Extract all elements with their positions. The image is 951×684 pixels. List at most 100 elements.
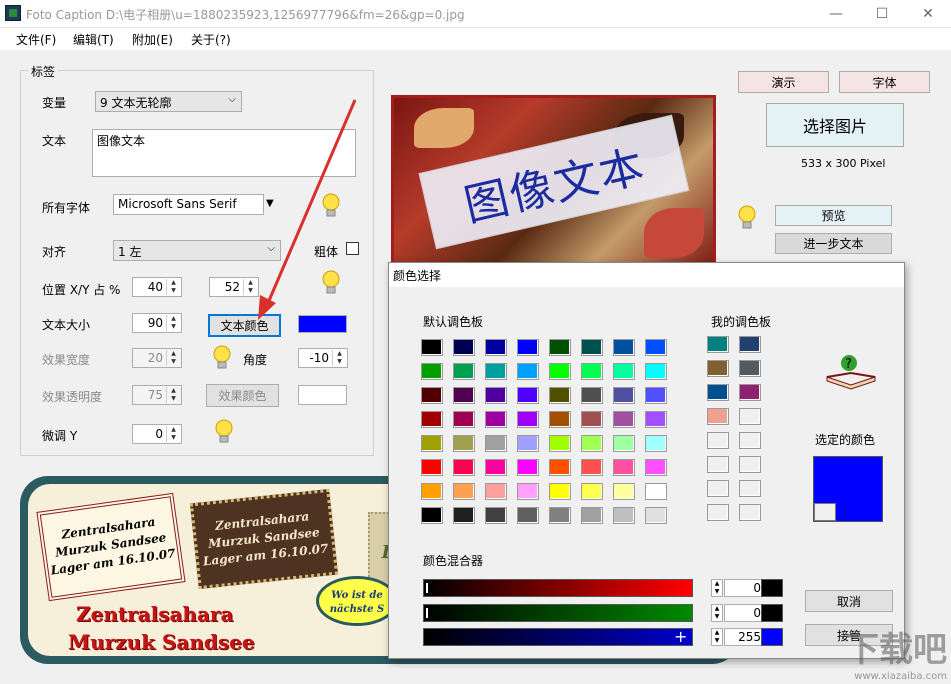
menu-file[interactable]: 文件(F) [16, 31, 56, 48]
red-updown[interactable]: ▲ ▼ [711, 579, 723, 597]
palette-color-cell[interactable] [421, 411, 443, 428]
palette-color-cell[interactable] [453, 363, 475, 380]
palette-color-cell[interactable] [421, 363, 443, 380]
green-value[interactable]: 0 [724, 604, 766, 622]
palette-color-cell[interactable] [517, 411, 539, 428]
my-palette-cell[interactable] [707, 384, 729, 401]
variant-select[interactable]: 9 文本无轮廓 ⌵ [95, 91, 242, 112]
palette-color-cell[interactable] [613, 363, 635, 380]
lightbulb-icon[interactable] [736, 204, 758, 232]
palette-color-cell[interactable] [581, 411, 603, 428]
help-book-icon[interactable]: ? [823, 351, 879, 391]
palette-color-cell[interactable] [549, 339, 571, 356]
green-slider[interactable] [423, 604, 693, 622]
palette-color-cell[interactable] [645, 363, 667, 380]
palette-color-cell[interactable] [453, 387, 475, 404]
menu-extras[interactable]: 附加(E) [132, 31, 173, 48]
palette-color-cell[interactable] [581, 387, 603, 404]
preview-image[interactable]: 图像文本 [391, 95, 716, 265]
red-slider[interactable] [423, 579, 693, 597]
palette-color-cell[interactable] [549, 363, 571, 380]
my-palette-cell[interactable] [707, 504, 729, 521]
palette-color-cell[interactable] [485, 483, 507, 500]
my-palette-cell[interactable] [739, 432, 761, 449]
palette-color-cell[interactable] [517, 483, 539, 500]
my-palette-cell[interactable] [739, 336, 761, 353]
fine-tune-stepper[interactable]: 0 ▲ ▼ [132, 424, 182, 444]
palette-color-cell[interactable] [613, 387, 635, 404]
my-palette-cell[interactable] [739, 456, 761, 473]
palette-color-cell[interactable] [645, 459, 667, 476]
palette-color-cell[interactable] [453, 435, 475, 452]
lightbulb-icon[interactable] [213, 418, 235, 446]
palette-color-cell[interactable] [453, 339, 475, 356]
blue-updown[interactable]: ▲ ▼ [711, 628, 723, 646]
palette-color-cell[interactable] [581, 483, 603, 500]
blue-value[interactable]: 255 [724, 628, 766, 646]
angle-stepper[interactable]: -10 ▲ ▼ [298, 348, 348, 368]
palette-color-cell[interactable] [645, 411, 667, 428]
palette-color-cell[interactable] [485, 459, 507, 476]
text-size-stepper[interactable]: 90 ▲ ▼ [132, 313, 182, 333]
palette-color-cell[interactable] [613, 483, 635, 500]
palette-color-cell[interactable] [549, 459, 571, 476]
maximize-button[interactable]: ☐ [859, 0, 905, 28]
blue-slider[interactable]: + [423, 628, 693, 646]
palette-color-cell[interactable] [517, 459, 539, 476]
palette-color-cell[interactable] [581, 339, 603, 356]
font-select[interactable]: Microsoft Sans Serif [113, 194, 264, 215]
palette-color-cell[interactable] [517, 387, 539, 404]
my-palette-cell[interactable] [707, 480, 729, 497]
palette-color-cell[interactable] [645, 507, 667, 524]
palette-color-cell[interactable] [549, 411, 571, 428]
cancel-button[interactable]: 取消 [805, 590, 893, 612]
more-text-button[interactable]: 进一步文本 [775, 233, 892, 254]
palette-color-cell[interactable] [517, 363, 539, 380]
slider-handle[interactable]: + [674, 629, 688, 645]
lightbulb-icon[interactable] [211, 344, 233, 372]
my-palette-cell[interactable] [707, 336, 729, 353]
palette-color-cell[interactable] [645, 387, 667, 404]
menu-about[interactable]: 关于(?) [191, 31, 231, 48]
palette-color-cell[interactable] [613, 507, 635, 524]
palette-color-cell[interactable] [421, 483, 443, 500]
close-button[interactable]: ✕ [905, 0, 951, 28]
palette-color-cell[interactable] [549, 435, 571, 452]
my-palette-cell[interactable] [739, 504, 761, 521]
my-palette-cell[interactable] [739, 360, 761, 377]
palette-color-cell[interactable] [549, 387, 571, 404]
palette-color-cell[interactable] [517, 507, 539, 524]
demo-button[interactable]: 演示 [738, 71, 829, 93]
preview-button[interactable]: 预览 [775, 205, 892, 226]
palette-color-cell[interactable] [517, 339, 539, 356]
my-palette-cell[interactable] [707, 432, 729, 449]
select-image-button[interactable]: 选择图片 [766, 103, 904, 147]
my-palette-cell[interactable] [739, 480, 761, 497]
palette-color-cell[interactable] [581, 363, 603, 380]
font-button[interactable]: 字体 [839, 71, 930, 93]
effect-width-stepper[interactable]: 20 ▲ ▼ [132, 348, 182, 368]
effect-opacity-stepper[interactable]: 75 ▲ ▼ [132, 385, 182, 405]
my-palette-cell[interactable] [707, 408, 729, 425]
palette-color-cell[interactable] [453, 411, 475, 428]
palette-color-cell[interactable] [421, 339, 443, 356]
palette-color-cell[interactable] [613, 459, 635, 476]
palette-color-cell[interactable] [485, 507, 507, 524]
palette-color-cell[interactable] [613, 411, 635, 428]
my-palette-cell[interactable] [739, 408, 761, 425]
palette-color-cell[interactable] [485, 339, 507, 356]
palette-color-cell[interactable] [517, 435, 539, 452]
palette-color-cell[interactable] [581, 435, 603, 452]
my-palette-cell[interactable] [739, 384, 761, 401]
palette-color-cell[interactable] [485, 411, 507, 428]
palette-color-cell[interactable] [549, 483, 571, 500]
effect-color-button[interactable]: 效果颜色 [206, 384, 279, 407]
palette-color-cell[interactable] [421, 507, 443, 524]
palette-color-cell[interactable] [613, 435, 635, 452]
minimize-button[interactable]: — [813, 0, 859, 28]
palette-color-cell[interactable] [421, 435, 443, 452]
my-palette-cell[interactable] [707, 360, 729, 377]
menu-edit[interactable]: 编辑(T) [73, 31, 114, 48]
red-value[interactable]: 0 [724, 579, 766, 597]
palette-color-cell[interactable] [645, 339, 667, 356]
